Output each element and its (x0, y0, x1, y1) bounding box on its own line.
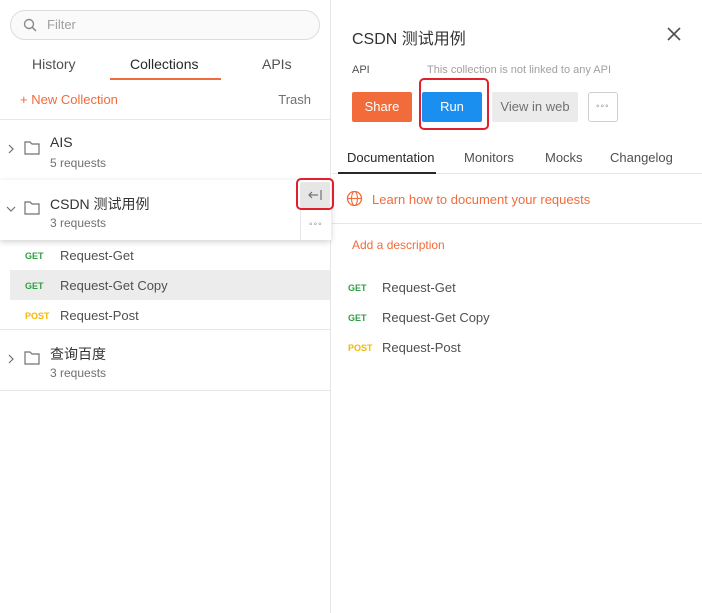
chevron-down-icon[interactable] (6, 204, 16, 214)
sidebar: History Collections APIs + New Collectio… (0, 0, 334, 613)
more-icon: ◦◦◦ (309, 219, 323, 230)
request-name: Request-Get Copy (60, 278, 168, 293)
tab-apis[interactable]: APIs (262, 56, 292, 72)
new-collection-button[interactable]: + New Collection (20, 92, 118, 107)
tab-mocks[interactable]: Mocks (545, 150, 583, 165)
highlight-box (419, 78, 489, 130)
folder-icon (24, 141, 40, 155)
request-item[interactable]: POST Request-Post (10, 300, 330, 330)
highlight-box (296, 178, 334, 210)
request-name: Request-Post (60, 308, 139, 323)
collection-csdn[interactable]: CSDN 测试用例 3 requests ◦◦◦ (0, 178, 334, 240)
method-badge: POST (25, 311, 50, 321)
method-badge: GET (25, 251, 44, 261)
panel-request-item[interactable]: GET Request-Get Copy (332, 302, 702, 332)
learn-docs-link[interactable]: Learn how to document your requests (372, 192, 590, 207)
collection-count: 3 requests (50, 216, 107, 230)
collection-ais[interactable]: AIS 5 requests (0, 120, 331, 180)
api-link-note: This collection is not linked to any API (427, 64, 612, 76)
tab-monitors[interactable]: Monitors (464, 150, 514, 165)
view-in-web-button[interactable]: View in web (492, 92, 578, 122)
tab-history[interactable]: History (32, 56, 76, 72)
folder-icon (24, 351, 40, 365)
tab-documentation[interactable]: Documentation (347, 150, 434, 165)
request-item-selected[interactable]: GET Request-Get Copy (10, 270, 330, 300)
collection-count: 5 requests (50, 156, 107, 170)
globe-icon (346, 190, 363, 207)
method-badge: GET (348, 283, 367, 293)
panel-request-item[interactable]: POST Request-Post (332, 332, 702, 362)
request-name: Request-Get Copy (382, 310, 490, 325)
request-name: Request-Post (382, 340, 461, 355)
sidebar-tabs: History Collections APIs (0, 48, 331, 82)
collection-count: 3 requests (50, 366, 107, 380)
learn-banner: Learn how to document your requests (332, 174, 702, 224)
panel-request-item[interactable]: GET Request-Get (332, 272, 702, 302)
collection-more-button[interactable]: ◦◦◦ (300, 210, 330, 240)
method-badge: GET (348, 313, 367, 323)
folder-icon (24, 201, 40, 215)
divider (0, 390, 331, 391)
request-name: Request-Get (382, 280, 456, 295)
search-input[interactable] (47, 17, 307, 32)
add-description-link[interactable]: Add a description (352, 238, 445, 252)
tab-changelog[interactable]: Changelog (610, 150, 673, 165)
collection-detail-panel: CSDN 测试用例 API This collection is not lin… (332, 0, 702, 613)
close-icon[interactable] (666, 26, 682, 42)
collection-name: 查询百度 (50, 346, 106, 362)
more-actions-button[interactable]: ◦◦◦ (588, 92, 618, 122)
method-badge: POST (348, 343, 373, 353)
search-icon (23, 18, 37, 32)
api-label: API (352, 64, 370, 76)
share-button[interactable]: Share (352, 92, 412, 122)
request-name: Request-Get (60, 248, 134, 263)
chevron-right-icon[interactable] (6, 354, 16, 364)
request-item[interactable]: GET Request-Get (10, 240, 330, 270)
collection-name: CSDN 测试用例 (50, 196, 150, 212)
method-badge: GET (25, 281, 44, 291)
chevron-right-icon[interactable] (6, 144, 16, 154)
search-box[interactable] (10, 10, 320, 40)
collection-baidu[interactable]: 查询百度 3 requests (0, 330, 331, 390)
active-tab-indicator (110, 78, 221, 80)
panel-title: CSDN 测试用例 (352, 31, 466, 48)
more-icon: ◦◦◦ (596, 101, 610, 112)
trash-button[interactable]: Trash (278, 92, 311, 107)
panel-tabs: Documentation Monitors Mocks Changelog (332, 144, 702, 174)
tab-collections[interactable]: Collections (130, 56, 198, 72)
collection-name: AIS (50, 134, 73, 150)
sidebar-actions: + New Collection Trash (0, 90, 331, 110)
